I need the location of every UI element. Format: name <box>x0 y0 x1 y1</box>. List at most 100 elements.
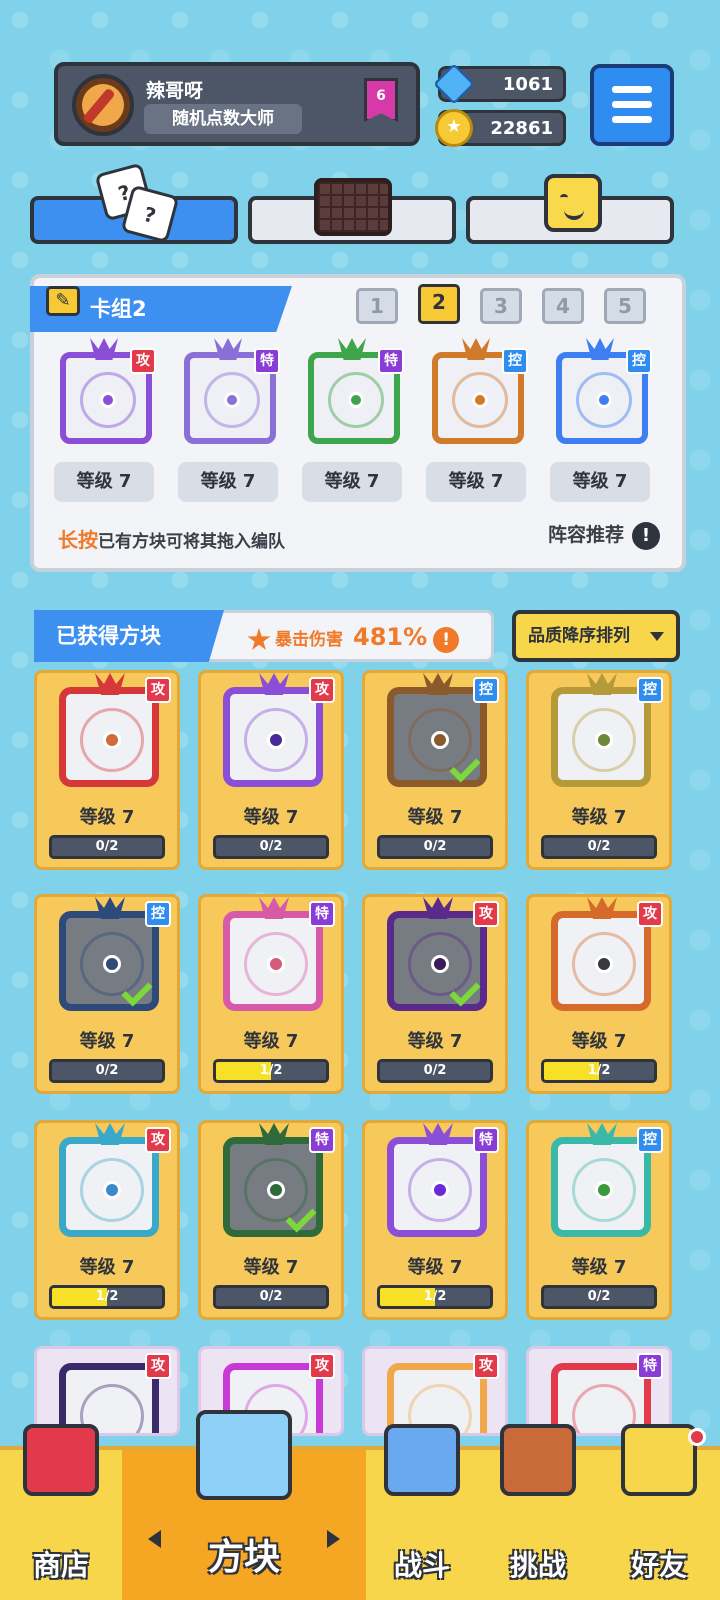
dice-dot <box>595 1181 613 1199</box>
gem-counter: 1061 <box>433 63 566 105</box>
coin-icon: ★ <box>435 109 473 147</box>
dice-card[interactable]: 攻等级 7 1/2 <box>34 1120 180 1320</box>
shop-icon <box>23 1424 99 1496</box>
sort-dropdown[interactable]: 品质降序排列 <box>512 610 680 662</box>
nav-battle[interactable]: 战斗 <box>366 1424 478 1600</box>
dice-frame <box>387 687 487 787</box>
card-level: 等级 7 <box>79 1257 135 1278</box>
dice-card[interactable]: 控等级 7 0/2 <box>362 670 508 870</box>
nav-dice-box[interactable]: 方块 <box>122 1410 366 1600</box>
deck-slot[interactable]: 特 <box>174 338 284 452</box>
dice-card[interactable]: 控等级 7 0/2 <box>526 1120 672 1320</box>
bottom-nav: 商店 方块 战斗 挑战 好友 <box>0 1410 720 1600</box>
card-level: 等级 7 <box>407 1257 463 1278</box>
menu-button[interactable] <box>590 64 674 146</box>
dice-frame <box>551 1137 651 1237</box>
upgrade-progress-bar: 1/2 <box>541 1059 657 1083</box>
deck-slot-level: 等级 7 <box>550 462 650 502</box>
deck-number-4[interactable]: 4 <box>542 288 584 324</box>
dice-box-icon <box>196 1410 292 1500</box>
dice-dot <box>595 955 613 973</box>
deck-slot[interactable]: 控 <box>546 338 656 452</box>
lineup-recommend-button[interactable]: 阵容推荐! <box>548 520 660 550</box>
dice-dot <box>103 1181 121 1199</box>
type-tag: 控 <box>626 348 652 374</box>
type-tag: 特 <box>637 1353 663 1379</box>
dice-dot <box>267 731 285 749</box>
card-level: 等级 7 <box>571 807 627 828</box>
deck-slot-level: 等级 7 <box>54 462 154 502</box>
dice-frame <box>387 911 487 1011</box>
player-title: 随机点数大师 <box>144 104 302 134</box>
dice-card[interactable]: 特等级 7 0/2 <box>198 1120 344 1320</box>
hint-text: 已有方块可将其拖入编队 <box>98 532 285 552</box>
dice-card[interactable]: 控等级 7 0/2 <box>34 894 180 1094</box>
deck-slot[interactable]: 特 <box>298 338 408 452</box>
deck-number-3[interactable]: 3 <box>480 288 522 324</box>
deck-slot[interactable]: 攻 <box>50 338 160 452</box>
deck-number-5[interactable]: 5 <box>604 288 646 324</box>
upgrade-progress-bar: 1/2 <box>49 1285 165 1309</box>
tab-board[interactable] <box>248 178 456 244</box>
type-tag: 攻 <box>637 901 663 927</box>
dice-card[interactable]: 攻等级 7 0/2 <box>34 670 180 870</box>
dice-card[interactable]: 攻等级 7 0/2 <box>362 894 508 1094</box>
dice-card[interactable]: 攻 <box>34 1346 180 1436</box>
nav-challenge[interactable]: 挑战 <box>478 1424 598 1600</box>
dice-card[interactable]: 控等级 7 0/2 <box>526 670 672 870</box>
dice-dot <box>472 392 488 408</box>
dice-frame <box>59 911 159 1011</box>
dice-card[interactable]: 攻 <box>362 1346 508 1436</box>
dice-dot <box>224 392 240 408</box>
dice-frame <box>59 687 159 787</box>
nav-label: 商店 <box>32 1549 89 1582</box>
nav-friends[interactable]: 好友 <box>598 1424 720 1600</box>
notification-dot <box>688 1428 706 1446</box>
type-tag: 特 <box>254 348 280 374</box>
dice-card[interactable]: 特等级 7 1/2 <box>198 894 344 1094</box>
tab-face[interactable] <box>466 174 674 244</box>
type-tag: 攻 <box>473 901 499 927</box>
deck-slot[interactable]: 控 <box>422 338 532 452</box>
deck-slot-level: 等级 7 <box>178 462 278 502</box>
dice-dot <box>348 392 364 408</box>
progress-text: 1/2 <box>95 1289 119 1304</box>
owned-header: 已获得方块 暴击伤害 481%! <box>34 610 494 662</box>
type-tag: 特 <box>309 1127 335 1153</box>
prev-arrow-icon[interactable] <box>148 1530 161 1548</box>
dice-dot <box>103 731 121 749</box>
card-level: 等级 7 <box>243 1257 299 1278</box>
tab-dice[interactable]: ? ? <box>30 162 238 244</box>
nav-label: 挑战 <box>509 1549 566 1582</box>
dice-dot <box>103 955 121 973</box>
dice-card[interactable]: 攻等级 7 1/2 <box>526 894 672 1094</box>
info-icon: ! <box>632 522 660 550</box>
card-level: 等级 7 <box>79 807 135 828</box>
dice-card[interactable]: 攻等级 7 0/2 <box>198 670 344 870</box>
type-tag: 攻 <box>145 1353 171 1379</box>
avatar[interactable] <box>72 74 134 136</box>
upgrade-progress-bar: 0/2 <box>377 1059 493 1083</box>
edit-pencil-icon[interactable]: ✎ <box>46 286 80 316</box>
deck-number-1[interactable]: 1 <box>356 288 398 324</box>
smiley-face-icon <box>544 174 622 246</box>
dice-dot <box>267 955 285 973</box>
progress-text: 0/2 <box>95 839 119 854</box>
type-tag: 攻 <box>145 677 171 703</box>
profile-card[interactable]: 辣哥呀 随机点数大师 6 <box>54 62 420 146</box>
type-tag: 攻 <box>473 1353 499 1379</box>
player-name: 辣哥呀 <box>146 80 204 102</box>
deck-panel: 卡组2 ✎ 1 2 3 4 5 攻等级 7 特等级 7 特等级 7 控等级 7 控等级 … <box>30 274 686 572</box>
owned-title: 已获得方块 <box>34 610 224 662</box>
next-arrow-icon[interactable] <box>327 1530 340 1548</box>
nav-shop[interactable]: 商店 <box>0 1424 122 1600</box>
card-level: 等级 7 <box>243 807 299 828</box>
dice-card[interactable]: 特等级 7 1/2 <box>362 1120 508 1320</box>
crit-damage[interactable]: 暴击伤害 481%! <box>247 621 460 656</box>
progress-text: 0/2 <box>259 1289 283 1304</box>
deck-number-2[interactable]: 2 <box>418 284 460 324</box>
progress-text: 1/2 <box>587 1063 611 1078</box>
dice-card[interactable]: 特 <box>526 1346 672 1436</box>
upgrade-progress-bar: 0/2 <box>213 1285 329 1309</box>
progress-text: 0/2 <box>423 1063 447 1078</box>
